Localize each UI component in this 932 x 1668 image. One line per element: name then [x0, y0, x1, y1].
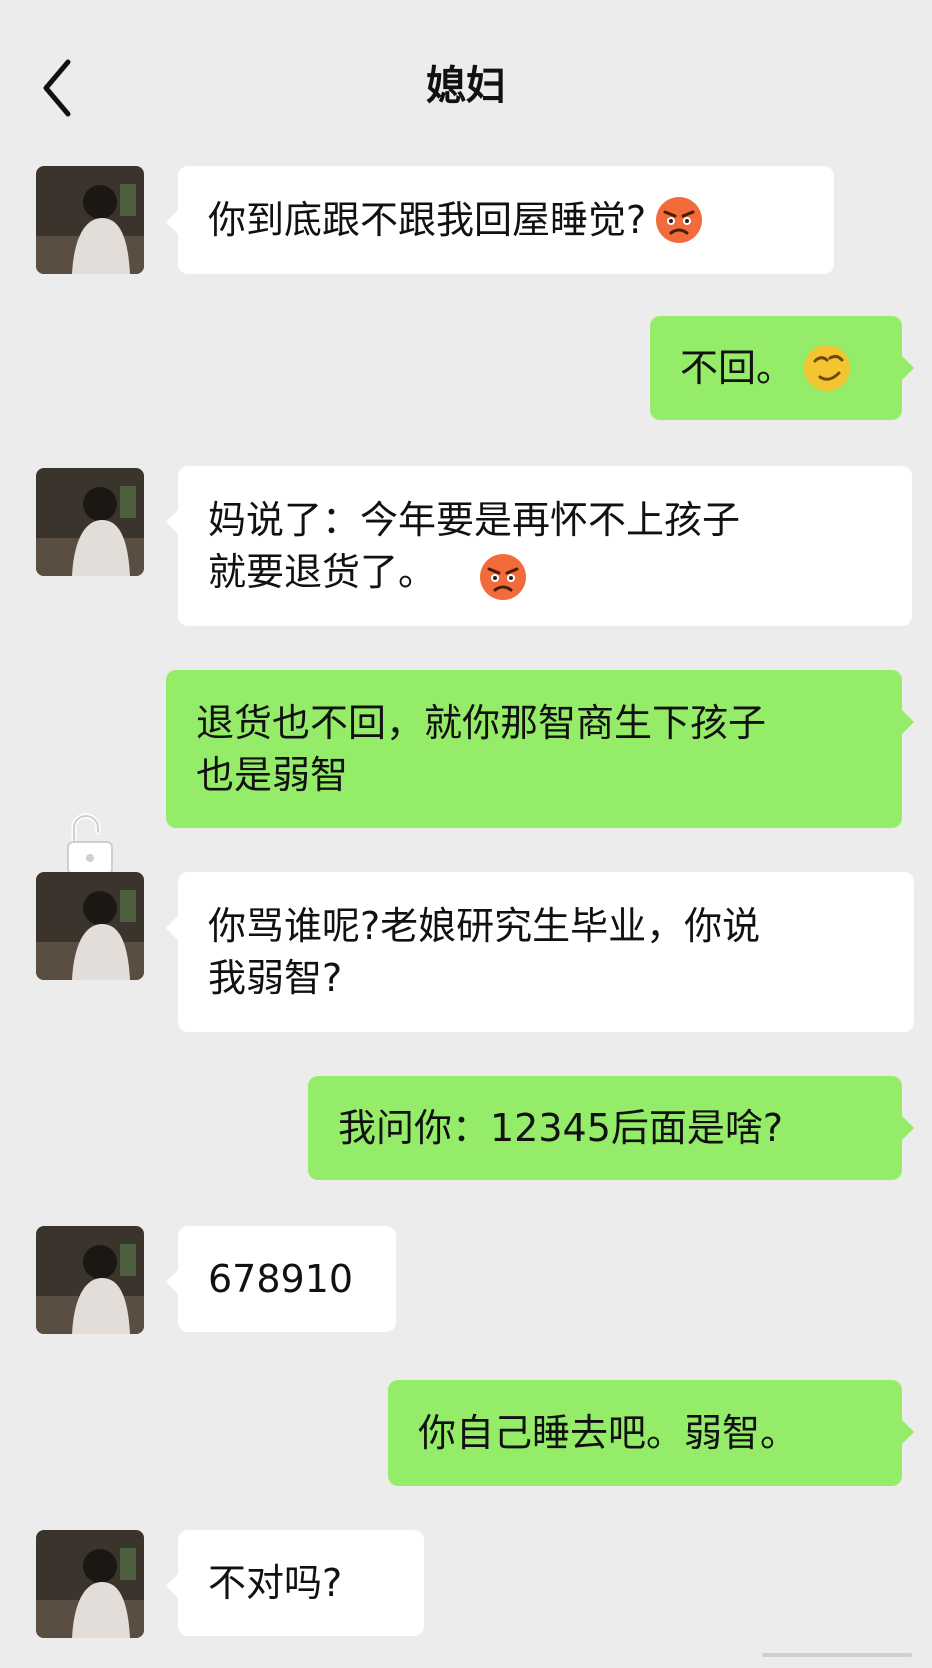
incoming-message-bubble: 你骂谁呢?老娘研究生毕业，你说 我弱智? — [166, 872, 914, 1032]
message-text: 不对吗? — [208, 1561, 343, 1605]
angry-emoji-icon — [480, 554, 526, 600]
outgoing-message-bubble: 退货也不回，就你那智商生下孩子 也是弱智 — [166, 670, 914, 828]
message-text: 妈说了：今年要是再怀不上孩子 就要退货了。 — [208, 498, 741, 594]
outgoing-message-bubble: 不回。 — [650, 316, 914, 420]
chat-title: 媳妇 — [426, 63, 506, 109]
incoming-message-bubble: 678910 — [166, 1226, 396, 1332]
contact-avatar[interactable] — [36, 1226, 144, 1334]
message-text: 你自己睡去吧。弱智。 — [418, 1411, 799, 1455]
incoming-message-bubble: 不对吗? — [166, 1530, 424, 1636]
scroll-indicator — [762, 1653, 912, 1657]
outgoing-message-bubble: 你自己睡去吧。弱智。 — [388, 1380, 914, 1486]
incoming-message-bubble: 你到底跟不跟我回屋睡觉? — [166, 166, 834, 274]
contact-avatar[interactable] — [36, 1530, 144, 1638]
message-text: 你到底跟不跟我回屋睡觉? — [208, 198, 647, 242]
message-text: 退货也不回，就你那智商生下孩子 也是弱智 — [196, 701, 767, 797]
angry-emoji-icon — [656, 197, 703, 243]
unlock-icon[interactable] — [60, 808, 120, 878]
message-text: 你骂谁呢?老娘研究生毕业，你说 我弱智? — [208, 904, 761, 1000]
message-text: 678910 — [208, 1257, 354, 1301]
incoming-message-bubble: 妈说了：今年要是再怀不上孩子 就要退货了。 — [166, 466, 912, 626]
chat-header: 媳妇 — [0, 0, 932, 130]
contact-avatar[interactable] — [36, 468, 144, 576]
outgoing-message-bubble: 我问你：12345后面是啥? — [308, 1076, 914, 1180]
contact-avatar[interactable] — [36, 166, 144, 274]
smirk-emoji-icon — [804, 345, 851, 391]
message-text: 不回。 — [680, 346, 795, 390]
contact-avatar[interactable] — [36, 872, 144, 980]
message-text: 我问你：12345后面是啥? — [338, 1106, 784, 1150]
